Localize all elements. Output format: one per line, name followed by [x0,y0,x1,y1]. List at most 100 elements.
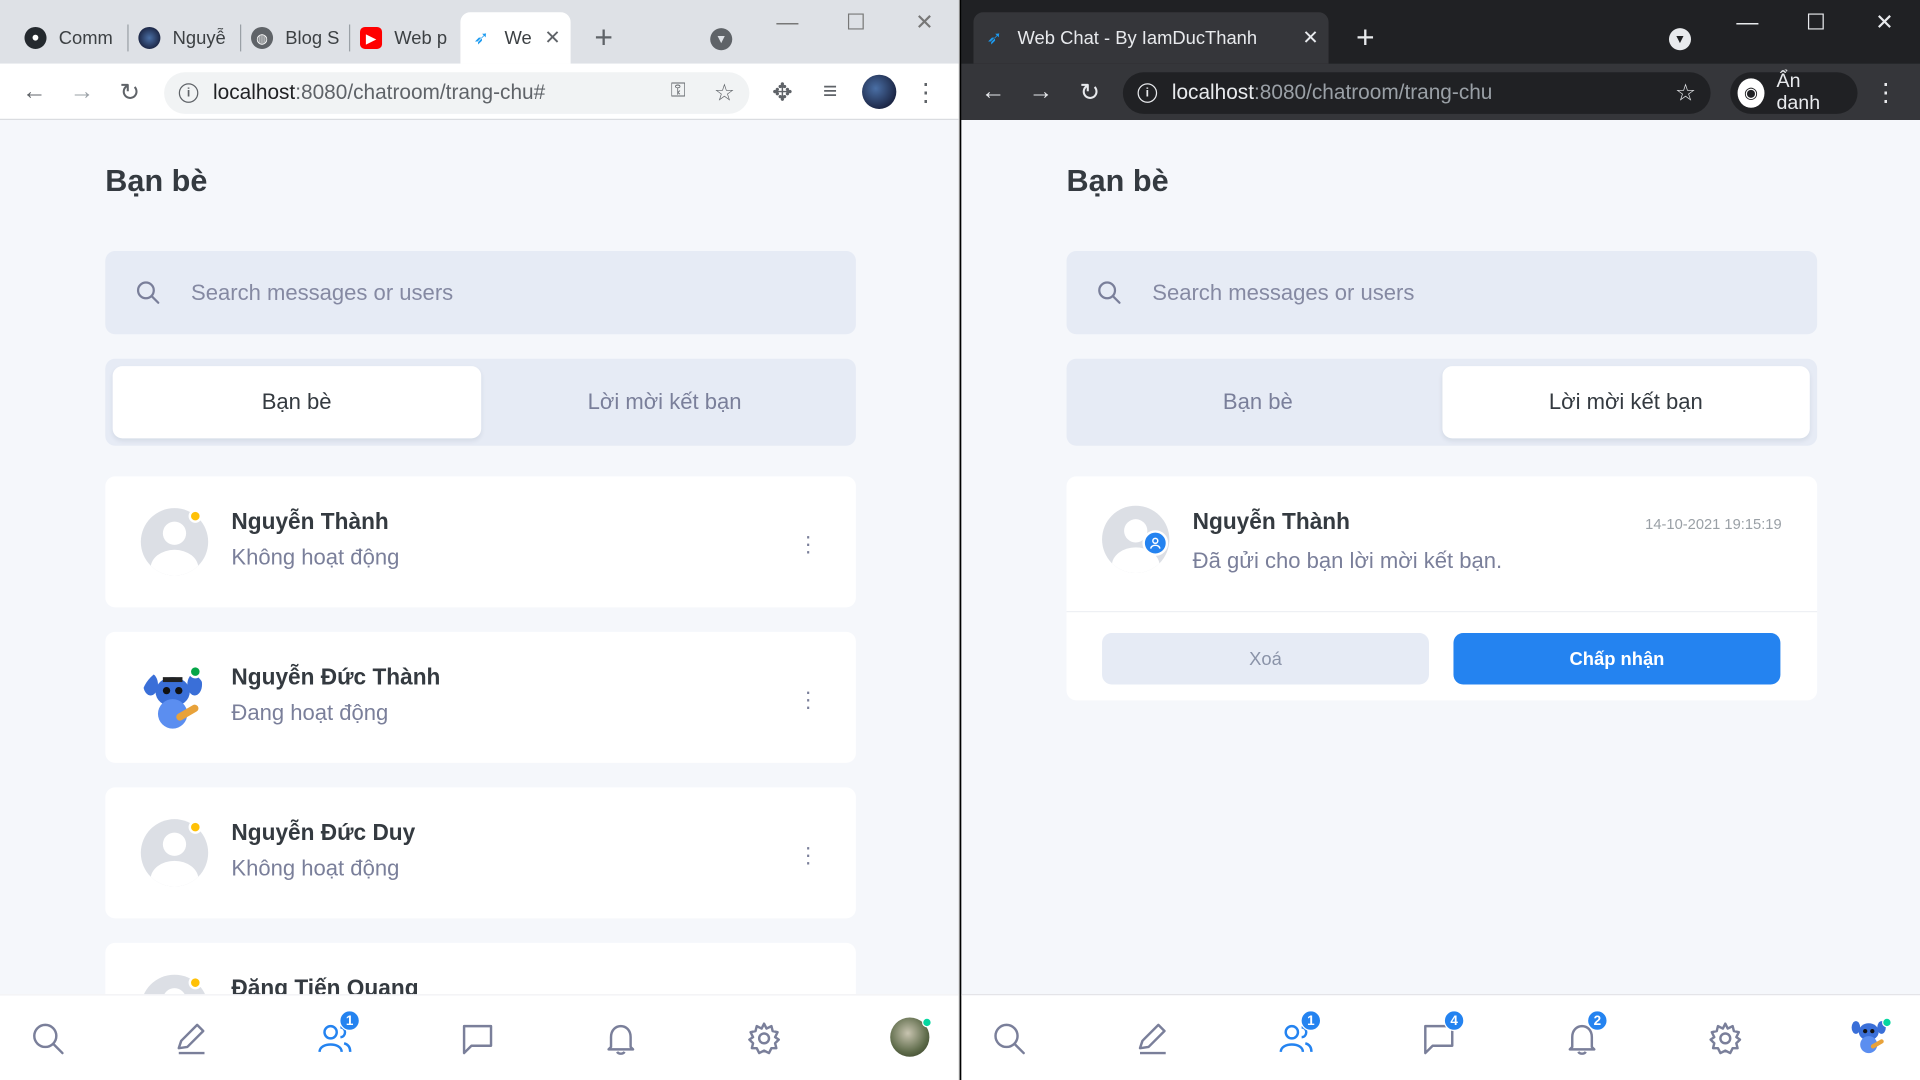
tab-title: Blog S [285,27,340,49]
gear-icon [1709,1022,1742,1055]
tab-github[interactable]: ● Comm [15,12,128,63]
friend-card[interactable]: Đặng Tiến Quang [105,942,856,995]
incognito-icon: ◉ [1737,78,1765,108]
new-tab-button[interactable]: + [587,17,621,56]
reload-icon[interactable]: ↻ [1075,77,1104,106]
forward-icon[interactable]: → [67,77,96,106]
friend-name: Nguyễn Thành [231,508,389,534]
tab-youtube[interactable]: ▶ Web p [350,12,458,63]
maximize-icon[interactable]: ☐ [1802,10,1829,36]
key-icon[interactable]: ⚿ [671,81,686,103]
friend-status: Không hoạt động [231,855,400,881]
search-icon [33,1023,64,1055]
more-options-icon[interactable]: · · · [804,681,811,718]
nav-friends[interactable]: 1 [1277,1010,1322,1059]
divider [1066,611,1818,613]
search-input[interactable] [191,279,804,306]
accept-request-button[interactable]: Chấp nhận [1453,633,1781,685]
more-options-icon[interactable]: · · · [804,525,811,562]
nav-chats[interactable]: 4 [1420,1010,1465,1059]
close-tab-icon[interactable]: ✕ [544,26,560,50]
page-title: Bạn bè [1066,164,1169,199]
segment-control: Bạn bè Lời mời kết bạn [105,358,856,446]
tab-title: Web p [394,27,448,49]
user-avatar[interactable] [1850,1017,1892,1057]
tab-friend-requests[interactable]: Lời mời kết bạn [481,366,849,438]
tab-friend-requests[interactable]: Lời mời kết bạn [1441,366,1810,439]
nav-friends[interactable]: 1 [316,1010,361,1059]
nav-search[interactable] [991,1020,1030,1059]
tab-search-icon[interactable]: ▼ [1668,28,1692,51]
tab-profile[interactable]: Nguyễ [129,12,242,63]
close-tab-icon[interactable]: ✕ [1302,26,1318,50]
nav-settings[interactable] [746,1020,785,1059]
forward-icon[interactable]: → [1026,77,1055,106]
more-options-icon[interactable]: · · · [804,836,811,873]
nav-settings[interactable] [1707,1020,1746,1059]
address-bar[interactable]: i localhost:8080/chatroom/trang-chu# ⚿ ☆ [164,72,750,114]
new-tab-button[interactable]: + [1348,17,1382,56]
site-info-icon[interactable]: i [1137,83,1158,103]
user-request-icon [1142,530,1169,556]
offline-status-dot [188,975,203,990]
nav-notifications[interactable] [602,1020,641,1059]
tab-webchat-active[interactable]: ➶ We ✕ [460,12,571,64]
tab-strip: ➶ Web Chat - By IamDucThanh ✕ + ▼ — ☐ ✕ [961,0,1920,64]
close-window-icon[interactable]: ✕ [911,10,938,36]
friend-card[interactable]: Nguyễn Đức Duy Không hoạt động · · · [105,787,856,919]
tab-webchat-active[interactable]: ➶ Web Chat - By IamDucThanh ✕ [973,12,1329,64]
extensions-icon[interactable]: ✥ [768,77,797,106]
reload-icon[interactable]: ↻ [115,77,144,106]
profile-avatar[interactable] [862,74,897,109]
friend-status: Đang hoạt động [231,700,389,725]
url-path: :8080/chatroom/trang-chu# [295,80,546,105]
tab-friends[interactable]: Bạn bè [1074,366,1442,438]
nav-search[interactable] [29,1020,68,1059]
minimize-icon[interactable]: — [1734,10,1761,36]
minimize-icon[interactable]: — [774,10,801,36]
youtube-icon: ▶ [360,26,383,49]
browser-toolbar: ← → ↻ i localhost:8080/chatroom/trang-ch… [0,63,959,121]
back-icon[interactable]: ← [20,77,49,106]
bookmark-star-icon[interactable]: ☆ [714,80,735,108]
menu-kebab-icon[interactable]: ⋮ [1871,77,1900,106]
menu-kebab-icon[interactable]: ⋮ [911,77,940,106]
bottom-nav: 1 4 2 [961,994,1920,1080]
friend-card[interactable]: Nguyễn Thành Không hoạt động · · · [105,476,856,608]
request-message: Đã gửi cho bạn lời mời kết bạn. [1192,548,1503,574]
bookmark-star-icon[interactable]: ☆ [1675,80,1696,108]
globe-icon: ◍ [251,26,274,49]
nav-chats[interactable] [459,1020,498,1059]
address-bar[interactable]: i localhost:8080/chatroom/trang-chu ☆ [1122,72,1711,114]
tab-friends[interactable]: Bạn bè [112,366,481,439]
tab-blog[interactable]: ◍ Blog S [241,12,349,63]
search-box[interactable] [105,251,856,335]
site-info-icon[interactable]: i [178,83,199,103]
delete-request-button[interactable]: Xoá [1102,633,1429,685]
pencil-icon [177,1023,205,1055]
media-control-icon[interactable]: ≡ [816,77,845,106]
friend-name: Nguyễn Đức Thành [231,663,441,690]
incognito-indicator[interactable]: ◉ Ẩn danh [1730,71,1858,114]
tab-search-icon[interactable]: ▼ [710,28,733,51]
user-avatar[interactable] [890,1017,932,1057]
friends-page: Bạn bè Bạn bè Lời mời kết bạn Nguyễn Thà… [0,120,959,995]
nav-notifications[interactable]: 2 [1564,1010,1608,1059]
nav-compose[interactable] [173,1020,212,1059]
avatar-icon [138,26,161,49]
maximize-icon[interactable]: ☐ [842,10,869,36]
back-icon[interactable]: ← [978,77,1007,106]
tab-title: We [504,27,532,49]
notification-badge: 2 [1586,1010,1608,1032]
page-title: Bạn bè [105,164,208,199]
close-window-icon[interactable]: ✕ [1871,10,1898,36]
requester-name: Nguyễn Thành [1192,508,1350,534]
search-input[interactable] [1152,279,1765,306]
search-icon [994,1023,1025,1055]
search-box[interactable] [1066,251,1818,335]
search-icon [1098,281,1121,304]
nav-compose[interactable] [1134,1020,1173,1059]
offline-status-dot [188,820,203,834]
friend-card[interactable]: Nguyễn Đức Thành Đang hoạt động · · · [105,631,856,763]
tab-title: Comm [58,27,113,49]
